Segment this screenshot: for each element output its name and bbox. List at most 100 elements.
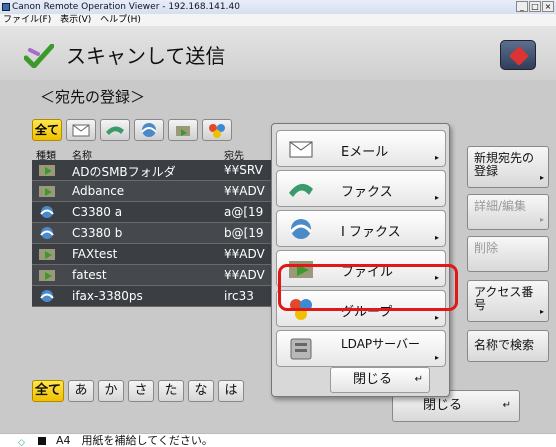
highlight-box bbox=[278, 264, 458, 311]
ifax-icon bbox=[141, 123, 157, 137]
home-button[interactable] bbox=[500, 40, 536, 70]
return-icon: ↵ bbox=[502, 400, 511, 411]
close-window-button[interactable]: × bbox=[542, 1, 554, 12]
new-destination-button[interactable]: 新規宛先の登録 ▸ bbox=[467, 146, 549, 188]
delete-label: 削除 bbox=[474, 241, 499, 255]
access-number-label: アクセス番号 bbox=[474, 285, 534, 312]
kana-ta-button[interactable]: た bbox=[158, 380, 184, 402]
page-title: スキャンして送信 bbox=[66, 44, 226, 68]
ifax-icon bbox=[289, 219, 313, 239]
return-icon: ↵ bbox=[414, 374, 423, 385]
filter-all-button[interactable]: 全て bbox=[32, 119, 62, 141]
column-headers: 種類 名称 宛先 bbox=[32, 147, 272, 162]
remote-viewer-window: Canon Remote Operation Viewer - 192.168.… bbox=[0, 0, 556, 447]
file-icon bbox=[39, 249, 55, 260]
ifax-icon bbox=[40, 206, 54, 218]
item-dest: irc33 bbox=[224, 289, 254, 303]
item-name: FAXtest bbox=[72, 247, 118, 261]
item-name: C3380 b bbox=[72, 226, 123, 240]
item-dest: ¥¥ADV bbox=[224, 268, 265, 282]
email-icon bbox=[289, 141, 313, 158]
item-dest: ¥¥SRV bbox=[224, 163, 263, 177]
details-edit-label: 詳細/編集 bbox=[474, 199, 527, 213]
filter-file-button[interactable] bbox=[168, 119, 198, 141]
kana-a-button[interactable]: あ bbox=[68, 380, 94, 402]
popup-close-button[interactable]: 閉じる ↵ bbox=[330, 367, 430, 393]
kana-all-button[interactable]: 全て bbox=[32, 380, 64, 402]
item-name: ifax-3380ps bbox=[72, 289, 143, 303]
group-icon bbox=[209, 124, 225, 138]
popup-item-ifax[interactable]: I ファクス ▸ bbox=[276, 210, 446, 247]
popup-item-label: LDAPサーバー bbox=[341, 337, 421, 351]
subtitle: ＜宛先の登録＞ bbox=[40, 88, 146, 106]
home-icon bbox=[509, 46, 529, 66]
item-name: fatest bbox=[72, 268, 107, 282]
menu-view[interactable]: 表示(V) bbox=[60, 15, 91, 25]
title-bar: Canon Remote Operation Viewer - 192.168.… bbox=[0, 0, 556, 14]
filter-ifax-button[interactable] bbox=[134, 119, 164, 141]
filter-group-button[interactable] bbox=[202, 119, 232, 141]
details-edit-button[interactable]: 詳細/編集 ▸ bbox=[467, 194, 549, 230]
item-dest: b@[19 bbox=[224, 226, 264, 240]
kana-index-bar: 全て あ か さ た な は bbox=[32, 380, 244, 402]
type-filter-bar: 全て bbox=[32, 119, 232, 141]
file-icon bbox=[39, 186, 55, 197]
menu-help[interactable]: ヘルプ(H) bbox=[100, 15, 141, 25]
menu-bar: ファイル(F) 表示(V) ヘルプ(H) bbox=[0, 14, 556, 26]
item-name: C3380 a bbox=[72, 205, 123, 219]
header: スキャンして送信 bbox=[0, 26, 556, 80]
popup-item-label: Eメール bbox=[341, 145, 389, 160]
menu-file[interactable]: ファイル(F) bbox=[3, 15, 51, 25]
popup-item-label: I ファクス bbox=[341, 225, 401, 240]
popup-item-fax[interactable]: ファクス ▸ bbox=[276, 170, 446, 207]
popup-close-label: 閉じる bbox=[353, 372, 393, 387]
paper-status-icon bbox=[38, 437, 46, 445]
status-message: 用紙を補給してください。 bbox=[81, 434, 213, 447]
status-text: A4 用紙を補給してください。 bbox=[56, 434, 213, 447]
arrow-icon: ▸ bbox=[539, 173, 544, 182]
fax-icon bbox=[106, 126, 124, 135]
arrow-icon: ▸ bbox=[539, 215, 544, 224]
email-icon bbox=[72, 124, 90, 137]
search-by-name-label: 名称で検索 bbox=[474, 338, 535, 352]
status-icon: ◇ bbox=[18, 438, 25, 447]
arrow-icon: ▸ bbox=[434, 353, 439, 362]
item-dest: ¥¥ADV bbox=[224, 184, 265, 198]
new-destination-label: 新規宛先の登録 bbox=[474, 151, 535, 178]
filter-email-button[interactable] bbox=[66, 119, 96, 141]
window-title: Canon Remote Operation Viewer - 192.168.… bbox=[12, 2, 240, 12]
ifax-icon bbox=[40, 290, 54, 302]
file-icon bbox=[176, 126, 190, 136]
kana-sa-button[interactable]: さ bbox=[128, 380, 154, 402]
item-name: Adbance bbox=[72, 184, 125, 198]
delete-button[interactable]: 削除 bbox=[467, 236, 549, 272]
arrow-icon: ▸ bbox=[434, 233, 439, 242]
arrow-icon: ▸ bbox=[434, 153, 439, 162]
popup-item-ldap[interactable]: LDAPサーバー ▸ bbox=[276, 330, 446, 367]
item-dest: ¥¥ADV bbox=[224, 247, 265, 261]
access-number-button[interactable]: アクセス番号 ▸ bbox=[467, 280, 549, 322]
device-panel: スキャンして送信 ＜宛先の登録＞ 全て 種類 名称 宛先 ADのSMBフォルダ … bbox=[0, 26, 556, 433]
maximize-button[interactable]: □ bbox=[529, 1, 541, 12]
status-bar: ◇ A4 用紙を補給してください。 bbox=[0, 433, 556, 447]
arrow-icon: ▸ bbox=[434, 313, 439, 322]
item-dest: a@[19 bbox=[224, 205, 264, 219]
popup-item-label: ファクス bbox=[341, 185, 393, 200]
kana-na-button[interactable]: な bbox=[188, 380, 214, 402]
scan-send-icon bbox=[24, 44, 54, 68]
fax-icon bbox=[289, 183, 313, 197]
destination-type-popup: Eメール ▸ ファクス ▸ I ファクス ▸ ファイル ▸ グループ ▸ LDA… bbox=[271, 123, 450, 397]
popup-item-email[interactable]: Eメール ▸ bbox=[276, 130, 446, 167]
file-icon bbox=[39, 270, 55, 281]
arrow-icon: ▸ bbox=[434, 193, 439, 202]
window-controls: _ □ × bbox=[516, 1, 554, 12]
file-icon bbox=[39, 165, 55, 176]
kana-ha-button[interactable]: は bbox=[218, 380, 244, 402]
ldap-server-icon bbox=[290, 338, 312, 360]
kana-ka-button[interactable]: か bbox=[98, 380, 124, 402]
search-by-name-button[interactable]: 名称で検索 bbox=[467, 330, 549, 362]
minimize-button[interactable]: _ bbox=[516, 1, 528, 12]
arrow-icon: ▸ bbox=[539, 307, 544, 316]
filter-fax-button[interactable] bbox=[100, 119, 130, 141]
paper-size: A4 bbox=[56, 434, 71, 447]
